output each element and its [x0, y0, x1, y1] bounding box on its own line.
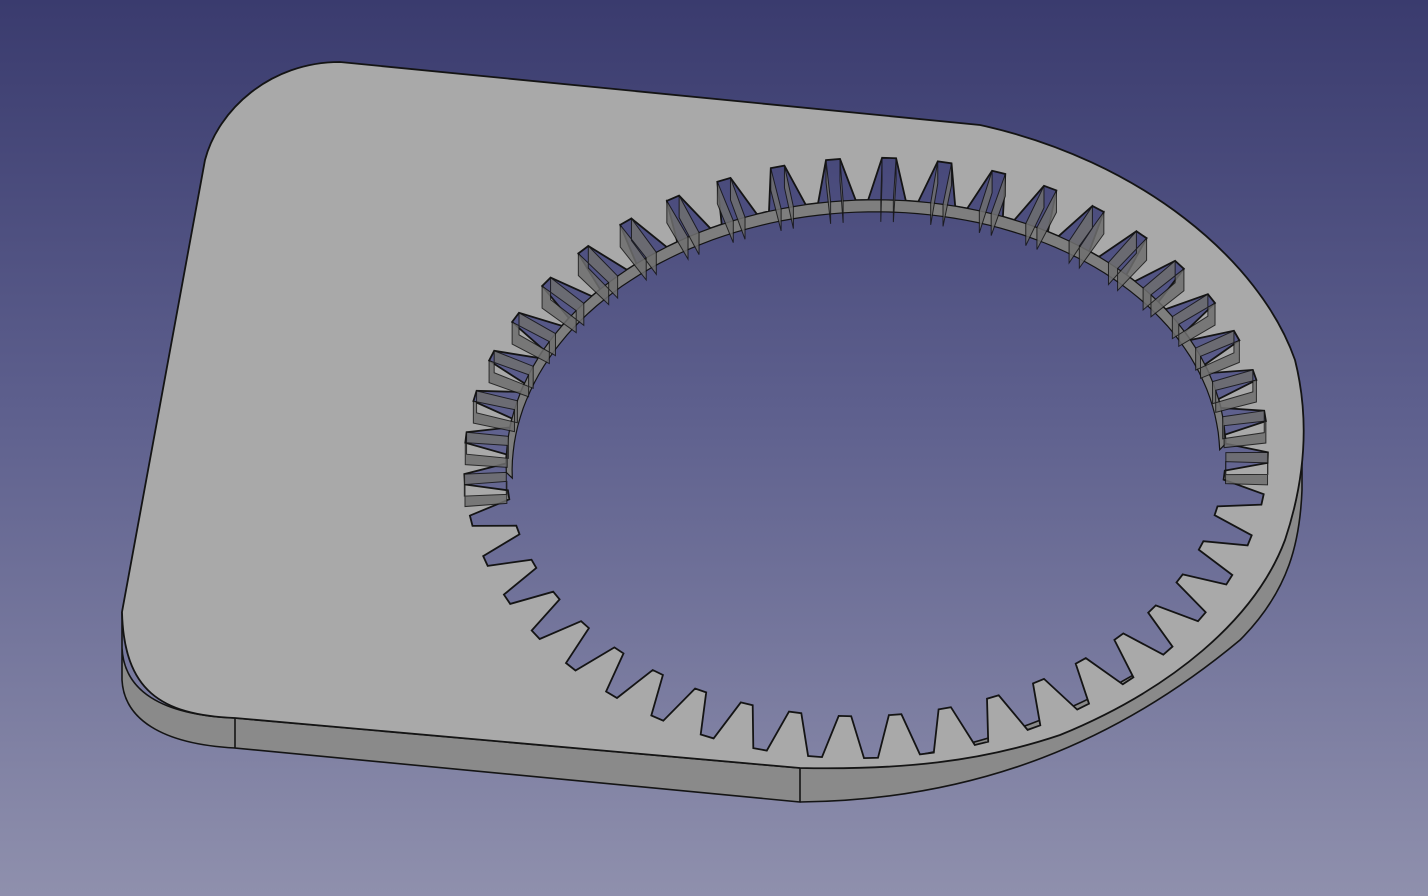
- 3d-viewport[interactable]: [0, 0, 1428, 896]
- gear-plate-model[interactable]: [0, 0, 1428, 896]
- plate-top-face[interactable]: [121, 61, 1305, 770]
